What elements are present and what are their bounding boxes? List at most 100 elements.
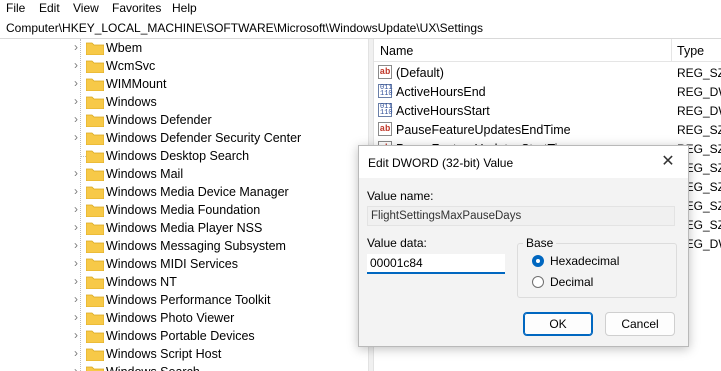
- tree-item-label: Windows Defender: [106, 113, 212, 127]
- chevron-right-icon[interactable]: ›: [70, 131, 82, 143]
- address-bar[interactable]: Computer\HKEY_LOCAL_MACHINE\SOFTWARE\Mic…: [0, 18, 721, 39]
- folder-icon: [86, 204, 104, 217]
- tree-item[interactable]: › Wbem: [70, 39, 360, 57]
- folder-icon: [86, 168, 104, 181]
- dialog-titlebar[interactable]: Edit DWORD (32-bit) Value ✕: [359, 146, 688, 178]
- menu-favorites[interactable]: Favorites: [112, 1, 161, 15]
- tree-item[interactable]: Windows Desktop Search: [70, 147, 360, 165]
- chevron-right-icon[interactable]: ›: [70, 329, 82, 341]
- tree-item-label: Windows Portable Devices: [106, 329, 255, 343]
- tree-item[interactable]: › WIMMount: [70, 75, 360, 93]
- registry-tree[interactable]: › Wbem › WcmSvc › WIMMount › Windows › Windows De…: [0, 39, 368, 371]
- decimal-radio[interactable]: [532, 276, 544, 288]
- menu-bar: File Edit View Favorites Help: [0, 0, 721, 18]
- binary-value-icon: 011 110: [378, 84, 393, 98]
- tree-item[interactable]: › Windows NT: [70, 273, 360, 291]
- chevron-right-icon[interactable]: ›: [70, 59, 82, 71]
- tree-item[interactable]: › Windows MIDI Services: [70, 255, 360, 273]
- menu-help[interactable]: Help: [172, 1, 197, 15]
- base-group-title: Base: [523, 236, 557, 250]
- tree-item[interactable]: › Windows Messaging Subsystem: [70, 237, 360, 255]
- value-row[interactable]: ab (Default) REG_SZ: [374, 63, 721, 82]
- address-path[interactable]: Computer\HKEY_LOCAL_MACHINE\SOFTWARE\Mic…: [6, 21, 483, 35]
- tree-item-label: Windows Performance Toolkit: [106, 293, 271, 307]
- chevron-right-icon[interactable]: ›: [70, 167, 82, 179]
- close-icon[interactable]: ✕: [658, 152, 678, 172]
- tree-item[interactable]: › WcmSvc: [70, 57, 360, 75]
- value-row[interactable]: 011110ActiveHoursStart REG_DW: [374, 101, 721, 120]
- tree-item-label: WIMMount: [106, 77, 167, 91]
- value-row[interactable]: ab PauseFeatureUpdatesEndTime REG_SZ: [374, 120, 721, 139]
- chevron-right-icon[interactable]: ›: [70, 311, 82, 323]
- tree-item-label: Windows NT: [106, 275, 177, 289]
- tree-item[interactable]: › Windows Performance Toolkit: [70, 291, 360, 309]
- chevron-right-icon[interactable]: ›: [70, 203, 82, 215]
- chevron-right-icon[interactable]: ›: [70, 113, 82, 125]
- tree-item-label: Wbem: [106, 41, 143, 55]
- folder-icon: [86, 150, 104, 163]
- folder-icon: [86, 186, 104, 199]
- tree-item-label: Windows Script Host: [106, 347, 222, 361]
- decimal-label[interactable]: Decimal: [550, 275, 593, 289]
- value-name: (Default): [396, 66, 444, 80]
- folder-icon: [86, 312, 104, 325]
- folder-icon: [86, 78, 104, 91]
- folder-icon: [86, 294, 104, 307]
- chevron-right-icon[interactable]: ›: [70, 185, 82, 197]
- value-type: REG_SZ: [677, 123, 721, 137]
- tree-item[interactable]: › Windows Defender: [70, 111, 360, 129]
- chevron-right-icon[interactable]: ›: [70, 365, 82, 371]
- tree-item-label: Windows Media Player NSS: [106, 221, 263, 235]
- value-name: ActiveHoursStart: [396, 104, 490, 118]
- folder-icon: [86, 240, 104, 253]
- value-name-field: FlightSettingsMaxPauseDays: [367, 206, 675, 226]
- tree-item[interactable]: › Windows Mail: [70, 165, 360, 183]
- chevron-right-icon[interactable]: ›: [70, 275, 82, 287]
- dialog-title: Edit DWORD (32-bit) Value: [368, 156, 514, 170]
- edit-dword-dialog: Edit DWORD (32-bit) Value ✕ Value name: …: [358, 145, 689, 347]
- chevron-right-icon[interactable]: ›: [70, 257, 82, 269]
- tree-item[interactable]: › Windows Media Player NSS: [70, 219, 360, 237]
- tree-item-label: Windows Media Device Manager: [106, 185, 289, 199]
- tree-item[interactable]: › Windows Defender Security Center: [70, 129, 360, 147]
- folder-icon: [86, 114, 104, 127]
- folder-icon: [86, 132, 104, 145]
- chevron-right-icon[interactable]: ›: [70, 41, 82, 53]
- menu-edit[interactable]: Edit: [39, 1, 60, 15]
- tree-item[interactable]: › Windows Photo Viewer: [70, 309, 360, 327]
- tree-item-label: Windows MIDI Services: [106, 257, 238, 271]
- chevron-right-icon[interactable]: ›: [70, 77, 82, 89]
- tree-item[interactable]: › Windows Media Device Manager: [70, 183, 360, 201]
- value-type: REG_SZ: [677, 66, 721, 80]
- column-separator[interactable]: [671, 39, 672, 61]
- value-data-input[interactable]: [367, 254, 505, 274]
- tree-item-label: Windows Search: [106, 365, 200, 371]
- hexadecimal-label[interactable]: Hexadecimal: [550, 254, 619, 268]
- column-header-name[interactable]: Name: [380, 44, 413, 58]
- tree-item[interactable]: › Windows: [70, 93, 360, 111]
- hexadecimal-radio[interactable]: [532, 255, 544, 267]
- value-row[interactable]: 011110ActiveHoursEnd REG_DW: [374, 82, 721, 101]
- menu-file[interactable]: File: [6, 1, 25, 15]
- tree-item-label: Windows Desktop Search: [106, 149, 250, 163]
- folder-icon: [86, 60, 104, 73]
- menu-view[interactable]: View: [73, 1, 99, 15]
- chevron-right-icon[interactable]: ›: [70, 239, 82, 251]
- chevron-right-icon[interactable]: ›: [70, 95, 82, 107]
- ok-button[interactable]: OK: [523, 312, 593, 336]
- tree-item[interactable]: › Windows Portable Devices: [70, 327, 360, 345]
- tree-item[interactable]: › Windows Media Foundation: [70, 201, 360, 219]
- chevron-right-icon[interactable]: ›: [70, 221, 82, 233]
- tree-item-label: Windows Media Foundation: [106, 203, 261, 217]
- folder-icon: [86, 222, 104, 235]
- value-name: ActiveHoursEnd: [396, 85, 486, 99]
- base-group: [517, 243, 677, 298]
- chevron-right-icon[interactable]: ›: [70, 293, 82, 305]
- chevron-right-icon[interactable]: ›: [70, 347, 82, 359]
- cancel-button[interactable]: Cancel: [605, 312, 675, 336]
- tree-item[interactable]: › Windows Search: [70, 363, 360, 371]
- tree-item-label: Windows Messaging Subsystem: [106, 239, 286, 253]
- value-data-label: Value data:: [367, 236, 427, 250]
- column-header-type[interactable]: Type: [677, 44, 704, 58]
- tree-item[interactable]: › Windows Script Host: [70, 345, 360, 363]
